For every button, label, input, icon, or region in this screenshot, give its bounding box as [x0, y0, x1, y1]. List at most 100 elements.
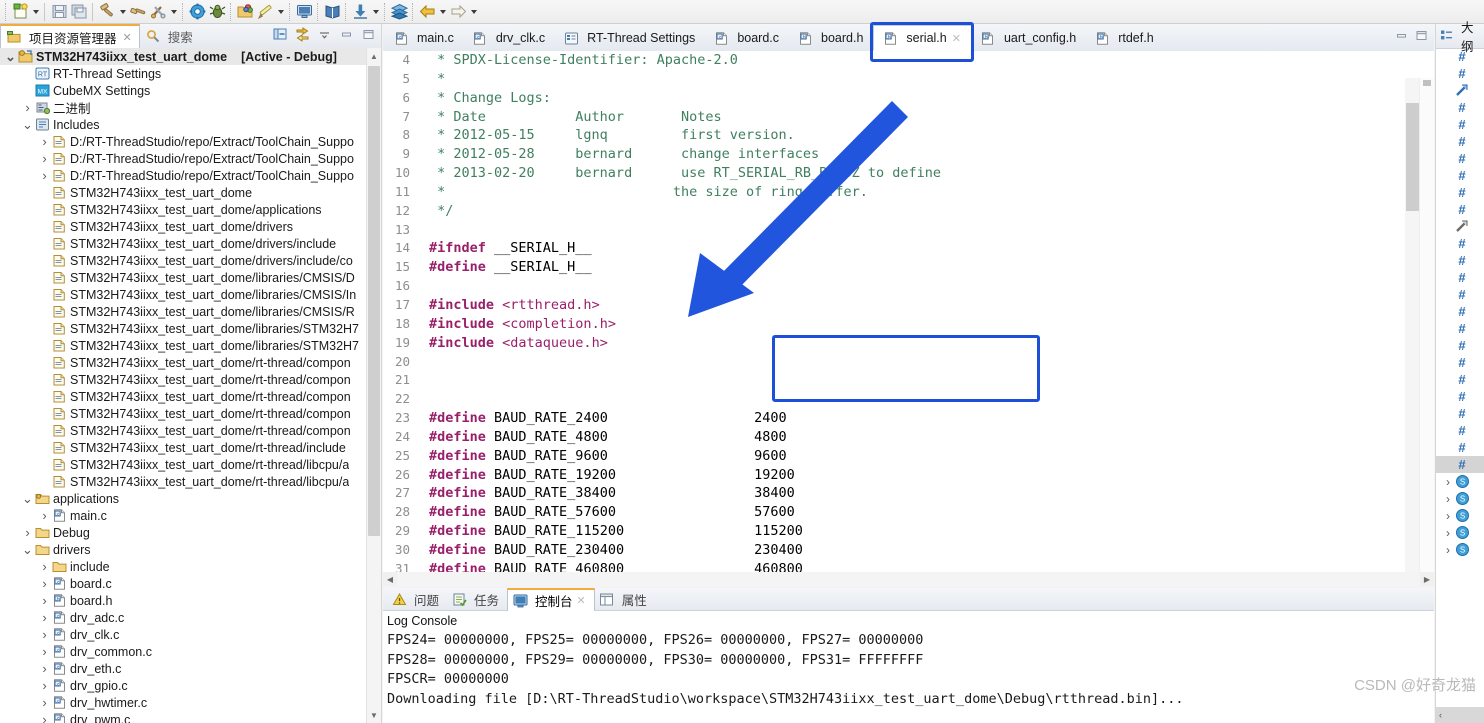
outline-tabbar[interactable]: 大纲	[1436, 21, 1484, 54]
editor-horizontal-scrollbar[interactable]: ◀ ▶	[383, 572, 1434, 586]
outline-item[interactable]: #	[1436, 371, 1484, 388]
pencil-dropdown-arrow[interactable]	[275, 2, 286, 22]
tree-row[interactable]: STM32H743iixx_test_uart_dome/drivers/inc…	[0, 235, 381, 252]
tree-row[interactable]: › 二进制	[0, 99, 381, 116]
clean-icon[interactable]	[128, 2, 148, 22]
outline-item[interactable]: #	[1436, 116, 1484, 133]
outline-item[interactable]	[1436, 218, 1484, 235]
tree-row[interactable]: STM32H743iixx_test_uart_dome/libraries/S…	[0, 337, 381, 354]
scroll-up-arrow[interactable]: ▲	[367, 48, 381, 64]
editor-tab-rt-thread-settings[interactable]: RT-Thread Settings	[555, 25, 705, 51]
layers-icon[interactable]	[389, 2, 409, 22]
forward-arrow-icon[interactable]	[448, 2, 468, 22]
chevron-right-icon[interactable]: ›	[38, 611, 51, 624]
tree-row[interactable]: STM32H743iixx_test_uart_dome/libraries/C…	[0, 269, 381, 286]
outline-item[interactable]: #	[1436, 167, 1484, 184]
minimize-editor-icon[interactable]	[1395, 29, 1408, 45]
editor-tab-board-h[interactable]: .h board.h	[789, 25, 873, 51]
outline-item[interactable]: #	[1436, 286, 1484, 303]
outline-item[interactable]: #	[1436, 354, 1484, 371]
chevron-right-icon[interactable]: ›	[38, 577, 51, 590]
tree-row[interactable]: ⌄ drivers	[0, 541, 381, 558]
outline-item[interactable]: #	[1436, 337, 1484, 354]
chevron-right-icon[interactable]: ›	[38, 135, 51, 148]
back-arrow-icon[interactable]	[417, 2, 437, 22]
chevron-right-icon[interactable]: ›	[1442, 475, 1454, 489]
pencil-icon[interactable]	[255, 2, 275, 22]
tools-icon[interactable]	[148, 2, 168, 22]
close-icon[interactable]: ✕	[123, 31, 132, 44]
tree-row[interactable]: STM32H743iixx_test_uart_dome/rt-thread/c…	[0, 354, 381, 371]
minimize-icon[interactable]	[338, 26, 355, 43]
scroll-left-arrow[interactable]: ◀	[383, 575, 397, 584]
tree-row[interactable]: STM32H743iixx_test_uart_dome/libraries/C…	[0, 286, 381, 303]
chevron-down-icon[interactable]: ⌄	[21, 543, 34, 556]
new-file-icon[interactable]	[10, 2, 30, 22]
collapse-all-icon[interactable]	[272, 26, 289, 43]
outline-item[interactable]: #	[1436, 422, 1484, 439]
tree-row[interactable]: STM32H743iixx_test_uart_dome/rt-thread/c…	[0, 388, 381, 405]
forward-dropdown-arrow[interactable]	[468, 2, 479, 22]
chevron-right-icon[interactable]: ›	[38, 713, 51, 723]
scrollbar-track[interactable]	[397, 572, 1420, 586]
tree-row-project-root[interactable]: ⌄ STM32H743iixx_test_uart_dome [Active - D…	[0, 48, 381, 65]
tree-row[interactable]: RT RT-Thread Settings	[0, 65, 381, 82]
tree-row[interactable]: STM32H743iixx_test_uart_dome/rt-thread/l…	[0, 473, 381, 490]
tree-row[interactable]: STM32H743iixx_test_uart_dome/libraries/S…	[0, 320, 381, 337]
chevron-right-icon[interactable]: ›	[38, 628, 51, 641]
outline-item[interactable]: #	[1436, 439, 1484, 456]
tree-row[interactable]: STM32H743iixx_test_uart_dome/drivers	[0, 218, 381, 235]
outline-item[interactable]: #	[1436, 252, 1484, 269]
scrollbar-thumb[interactable]	[1406, 103, 1419, 211]
editor-tab-uart-config-h[interactable]: .h uart_config.h	[972, 25, 1086, 51]
editor-vertical-scrollbar[interactable]	[1405, 78, 1420, 572]
outline-item[interactable]: #	[1436, 235, 1484, 252]
outline-list[interactable]: # # # # # # # # # # # # # # # # # # # # # # # › S › S › S › S › S	[1436, 48, 1484, 707]
new-file-dropdown-arrow[interactable]	[30, 2, 41, 22]
tree-row[interactable]: STM32H743iixx_test_uart_dome/rt-thread/c…	[0, 422, 381, 439]
tree-row[interactable]: › .c drv_clk.c	[0, 626, 381, 643]
debug-bug-icon[interactable]	[207, 2, 227, 22]
chevron-right-icon[interactable]: ›	[1442, 543, 1454, 557]
project-tree-scrollbar[interactable]: ▲ ▼	[366, 48, 381, 723]
chevron-right-icon[interactable]: ›	[38, 594, 51, 607]
tree-row[interactable]: ⌄ Includes	[0, 116, 381, 133]
outline-item[interactable]: › S	[1436, 541, 1484, 558]
outline-item[interactable]: #	[1436, 184, 1484, 201]
console-log[interactable]: FPS20= 00000000, FPS21= 00000000, FPS22=…	[383, 632, 1434, 723]
tree-row[interactable]: STM32H743iixx_test_uart_dome	[0, 184, 381, 201]
outline-item[interactable]: › S	[1436, 524, 1484, 541]
monitor-icon[interactable]	[294, 2, 314, 22]
chevron-right-icon[interactable]: ›	[1442, 509, 1454, 523]
tree-row[interactable]: STM32H743iixx_test_uart_dome/rt-thread/i…	[0, 439, 381, 456]
back-dropdown-arrow[interactable]	[437, 2, 448, 22]
outline-item[interactable]: #	[1436, 303, 1484, 320]
chevron-right-icon[interactable]: ›	[38, 679, 51, 692]
tree-row[interactable]: › D:/RT-ThreadStudio/repo/Extract/ToolCha…	[0, 150, 381, 167]
tree-row[interactable]: › .c drv_eth.c	[0, 660, 381, 677]
close-icon[interactable]: ✕	[952, 32, 961, 45]
chevron-right-icon[interactable]: ›	[38, 696, 51, 709]
tree-row[interactable]: MX CubeMX Settings	[0, 82, 381, 99]
tools-dropdown-arrow[interactable]	[168, 2, 179, 22]
tree-row[interactable]: › D:/RT-ThreadStudio/repo/Extract/ToolCha…	[0, 167, 381, 184]
chevron-right-icon[interactable]: ›	[38, 509, 51, 522]
tree-row[interactable]: STM32H743iixx_test_uart_dome/rt-thread/c…	[0, 405, 381, 422]
outline-item[interactable]: #	[1436, 320, 1484, 337]
close-icon[interactable]: ✕	[577, 594, 586, 607]
chevron-down-icon[interactable]: ⌄	[21, 492, 34, 505]
outline-item[interactable]	[1436, 82, 1484, 99]
chevron-right-icon[interactable]: ›	[38, 560, 51, 573]
maximize-icon[interactable]	[360, 26, 377, 43]
tree-row[interactable]: › Debug	[0, 524, 381, 541]
tree-row[interactable]: › .c main.c	[0, 507, 381, 524]
build-dropdown-arrow[interactable]	[117, 2, 128, 22]
chevron-right-icon[interactable]: ›	[38, 645, 51, 658]
outline-item[interactable]: #	[1436, 133, 1484, 150]
tree-row[interactable]: › .h board.h	[0, 592, 381, 609]
editor-tab-board-c[interactable]: .c board.c	[705, 25, 789, 51]
project-tree[interactable]: ⌄ STM32H743iixx_test_uart_dome [Active - D…	[0, 48, 381, 723]
outline-item[interactable]: #	[1436, 456, 1484, 473]
chevron-right-icon[interactable]: ›	[21, 526, 34, 539]
tree-row[interactable]: › .c board.c	[0, 575, 381, 592]
